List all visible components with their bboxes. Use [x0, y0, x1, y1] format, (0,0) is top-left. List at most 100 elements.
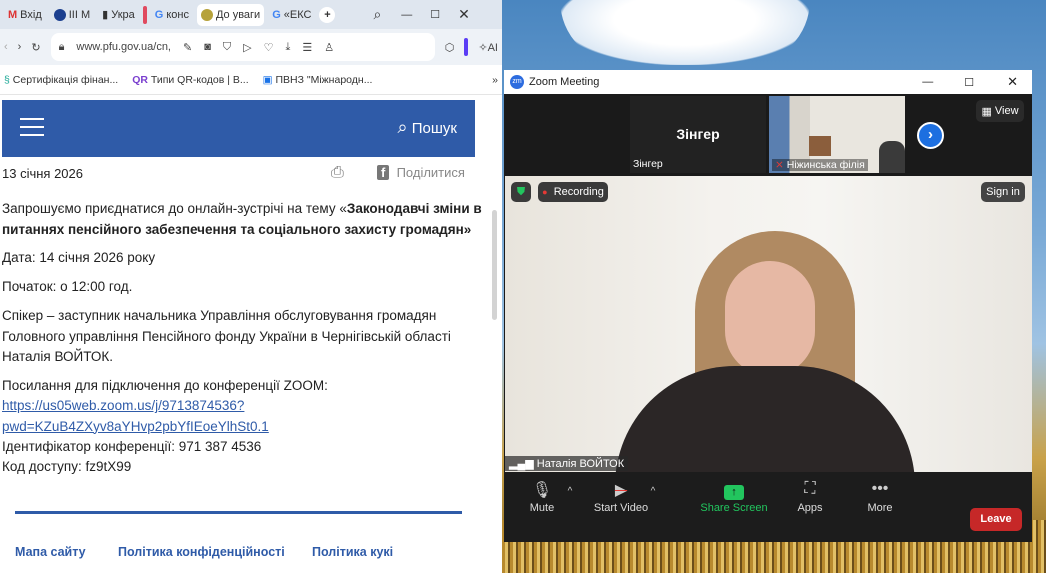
browser-window: M Вхід III M ▮ Укра Gконс До уваги G «ЕКС +… [0, 0, 502, 573]
mute-button[interactable]: Mute [502, 502, 582, 514]
tab[interactable]: III M [50, 4, 94, 26]
more-icon: ••• [871, 480, 889, 497]
shield-check-icon: ⛊ [516, 185, 526, 198]
publish-date: 13 січня 2026 [2, 166, 83, 181]
download-icon[interactable]: ⤓ [285, 41, 290, 54]
shield-icon[interactable]: ⛉ [223, 41, 231, 54]
gmail-icon: M [8, 8, 18, 21]
footer-link-sitemap[interactable]: Мапа сайту [15, 545, 86, 559]
bookmark[interactable]: QR Типи QR-кодов | В... [132, 74, 248, 86]
send-icon[interactable]: ▷ [243, 41, 251, 54]
qr-icon: QR [132, 73, 148, 86]
menu-icon[interactable] [20, 118, 44, 136]
tab[interactable]: M Вхід [4, 4, 46, 26]
tab-active[interactable]: До уваги [196, 3, 265, 26]
search-button[interactable]: ⌕ Пошук [398, 117, 458, 138]
minimize-button[interactable]: — [401, 9, 412, 21]
recording-indicator[interactable]: ● Recording [538, 182, 608, 202]
facebook-icon: f [377, 165, 390, 180]
footer-link-cookies[interactable]: Політика кукі [312, 545, 393, 559]
leave-button[interactable]: Leave [970, 508, 1022, 531]
zoom-logo-icon: zm [510, 75, 524, 89]
tab-bar: M Вхід III M ▮ Укра Gконс До уваги G «ЕКС +… [0, 0, 502, 29]
audio-options-caret[interactable]: ^ [550, 486, 590, 497]
share-button[interactable]: f Поділитися [377, 165, 465, 180]
new-tab-button[interactable]: + [319, 6, 336, 23]
recording-dot-icon: ● [542, 187, 548, 197]
share-screen-button[interactable]: Share Screen [694, 502, 774, 514]
participant-tile[interactable]: Зінгер Зінгер [630, 96, 766, 173]
minimize-button[interactable]: — [922, 76, 933, 88]
extensions-icon[interactable]: ⬡ [445, 41, 455, 54]
bookmark-icon: § [4, 73, 10, 86]
passcode: Код доступу: fz9tX99 [2, 459, 132, 474]
camera-icon[interactable]: ◙ [204, 41, 211, 53]
tab[interactable]: ▮ Укра [98, 4, 139, 26]
more-bookmarks-icon[interactable]: » [492, 74, 498, 86]
apps-icon: ⛶ [804, 480, 816, 497]
footer-link-privacy[interactable]: Політика конфіденційності [118, 545, 285, 559]
zoom-link[interactable]: https://us05web.zoom.us/j/9713874536? pwd… [2, 396, 269, 437]
next-page-button[interactable]: › [917, 122, 944, 149]
google-icon: G [154, 8, 164, 21]
maximize-button[interactable]: ☐ [430, 8, 440, 21]
doc-icon: ▮ [102, 9, 109, 21]
settings-icon[interactable]: ☰ [302, 41, 312, 54]
edit-icon[interactable]: ✎ [183, 41, 192, 54]
sign-in-button[interactable]: Sign in [981, 182, 1025, 202]
address-bar-row: ‹ › ↻ 🔒︎ www.pfu.gov.ua/cn, ✎ ◙ ⛉ ▷ ♡ ⤓ … [0, 29, 502, 65]
apps-button[interactable]: Apps [770, 502, 850, 514]
more-button[interactable]: More [840, 502, 920, 514]
search-tabs-icon[interactable]: ⌕ [373, 6, 381, 23]
bookmark[interactable]: § Сертифікація фінан... [4, 74, 118, 86]
site-header: ⌕ Пошук [2, 100, 475, 157]
maximize-button[interactable]: ☐ [964, 76, 974, 89]
bookmark[interactable]: ▣ ПВНЗ "Міжнародн... [263, 74, 373, 86]
pfu-icon [200, 8, 213, 21]
person-figure [879, 141, 905, 173]
event-date: Дата: 14 січня 2026 року [2, 250, 156, 265]
link-label: Посилання для підключення до конференції… [2, 378, 328, 393]
url-field[interactable]: 🔒︎ www.pfu.gov.ua/cn, ✎ ◙ ⛉ ▷ ♡ ⤓ ☰ ♙ [50, 33, 435, 61]
web-page: ⌕ Пошук 13 січня 2026 ⎙ f Поділитися Зап… [0, 97, 490, 573]
bookcase [809, 136, 831, 156]
video-options-caret[interactable]: ^ [633, 486, 673, 497]
event-start: Початок: о 12:00 год. [2, 279, 133, 294]
zoom-window: zm Zoom Meeting — ☐ ✕ Зінгер Зінгер ⨯ Ні… [504, 70, 1032, 542]
intro-text: Запрошуємо приєднатися до онлайн-зустріч… [2, 201, 482, 237]
profile-icon[interactable]: ♙ [324, 41, 334, 54]
search-icon: ⌕ [397, 117, 408, 137]
speaker-name-label: ▂▄▆ Наталія ВОЙТОК [505, 456, 629, 471]
reload-icon[interactable]: ↻ [31, 41, 40, 54]
bookmarks-bar: § Сертифікація фінан... QR Типи QR-кодов… [0, 65, 502, 95]
eu-icon [53, 8, 66, 21]
desktop-cloud [560, 0, 810, 65]
participant-video-tile[interactable]: ⨯ Ніжинська філія [769, 96, 905, 173]
active-speaker-video [505, 176, 1032, 472]
footer-divider [15, 511, 462, 514]
close-button[interactable]: ✕ [1007, 74, 1018, 90]
calendar-icon: ▣ [262, 73, 273, 86]
tab[interactable]: Gконс [151, 4, 193, 26]
sidebar-indicator [464, 38, 469, 56]
back-icon[interactable]: ‹ [4, 41, 8, 53]
meeting-toolbar: 🎙︎ Mute ^ ▶ Start Video ^ ↑ Share Screen… [504, 472, 1032, 542]
view-button[interactable]: ▦ View [976, 100, 1024, 122]
ai-button[interactable]: ✧AI [478, 41, 498, 54]
scrollbar[interactable] [491, 100, 499, 570]
tab[interactable]: G «ЕКС [268, 4, 315, 26]
tab-group-marker [142, 5, 147, 24]
grid-icon: ▦ [981, 105, 992, 118]
google-icon: G [272, 8, 281, 21]
zoom-titlebar: zm Zoom Meeting — ☐ ✕ [504, 70, 1032, 94]
encryption-badge[interactable]: ⛊ [511, 182, 531, 202]
forward-icon[interactable]: › [18, 41, 22, 53]
print-icon[interactable]: ⎙ [331, 164, 344, 182]
speaker-body [615, 366, 915, 472]
close-button[interactable]: ✕ [458, 6, 470, 23]
muted-mic-icon: ⨯ [775, 159, 784, 171]
speaker-text: Спікер – заступник начальника Управління… [2, 308, 451, 364]
heart-icon[interactable]: ♡ [264, 41, 274, 54]
start-video-button[interactable]: Start Video [581, 502, 661, 514]
speaker-face [725, 261, 815, 376]
